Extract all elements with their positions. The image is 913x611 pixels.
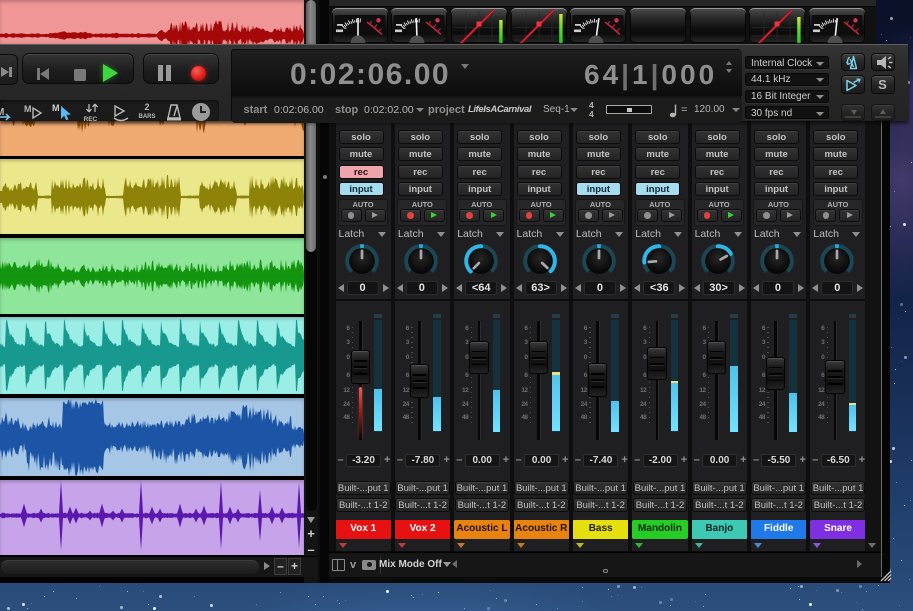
svg-text:M: M — [52, 103, 60, 113]
svg-text:REC: REC — [84, 116, 98, 123]
svg-text:M: M — [24, 104, 32, 114]
